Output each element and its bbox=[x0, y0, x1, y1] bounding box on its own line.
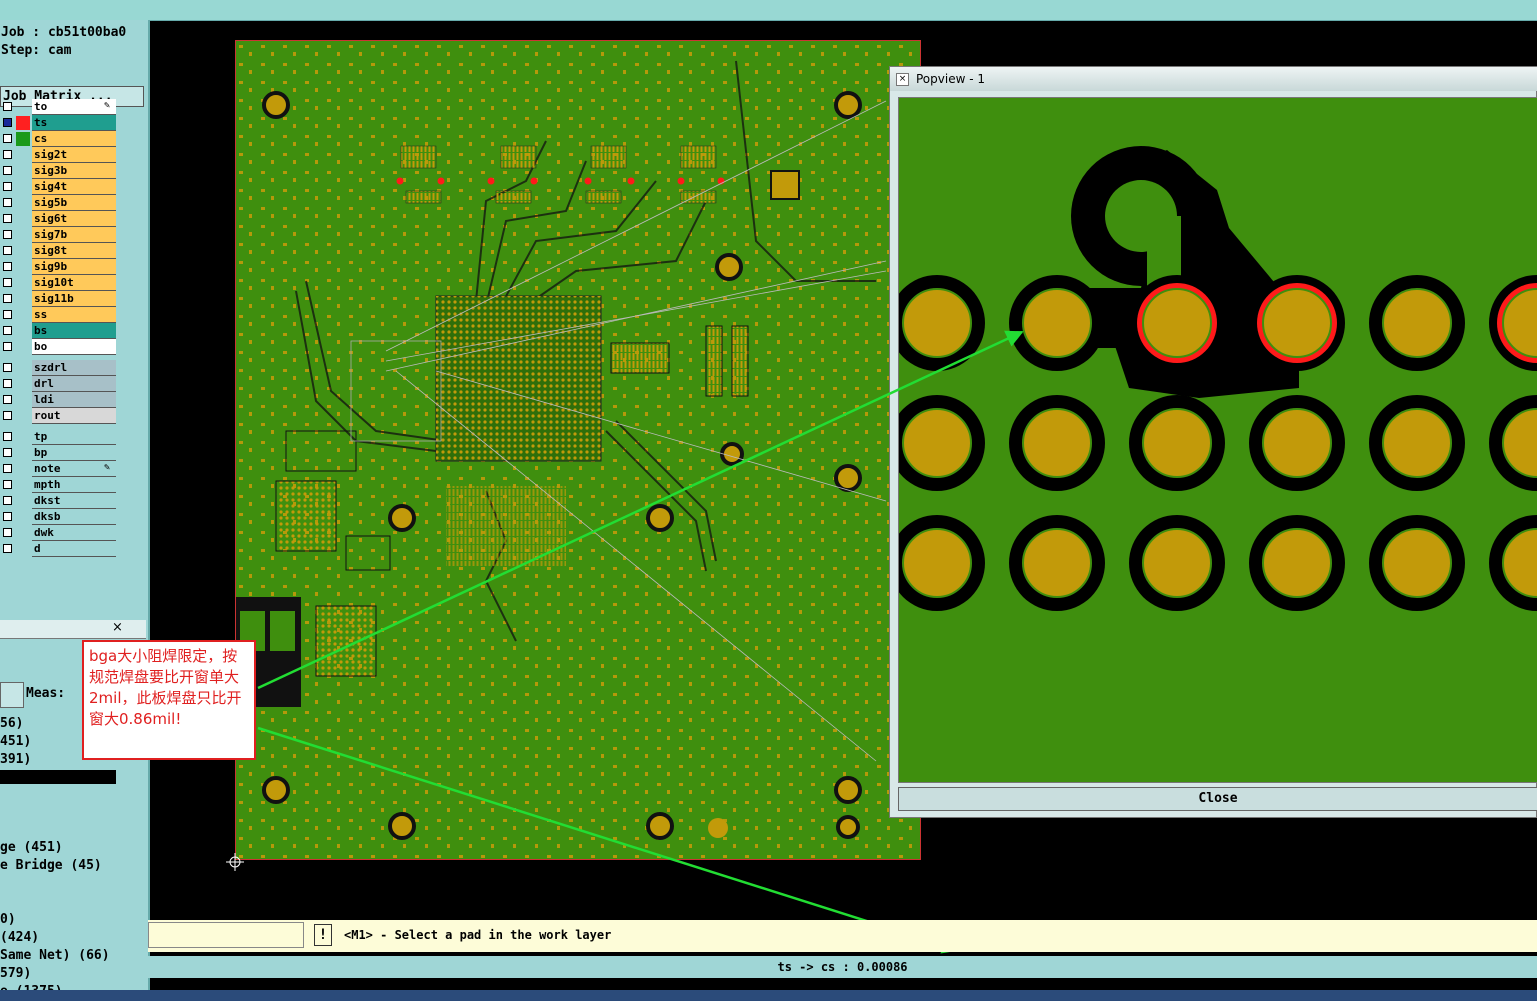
status-prompt: <M1> - Select a pad in the work layer bbox=[344, 928, 612, 942]
command-input[interactable] bbox=[148, 922, 304, 948]
measure-readout: ts -> cs : 0.00086 bbox=[777, 960, 908, 974]
alert-icon[interactable]: ! bbox=[314, 924, 332, 946]
arrow-to-pad bbox=[257, 330, 1024, 690]
arrow-to-measure bbox=[257, 726, 960, 954]
measure-readout-bar: ts -> cs : 0.00086 bbox=[148, 956, 1537, 978]
annotation-arrows bbox=[257, 330, 1024, 954]
annotation-note: bga大小阻焊限定，按规范焊盘要比开窗单大2mil，此板焊盘只比开窗大0.86m… bbox=[82, 640, 256, 760]
status-bar: ! <M1> - Select a pad in the work layer bbox=[148, 920, 1537, 952]
os-taskbar bbox=[0, 990, 1537, 1001]
